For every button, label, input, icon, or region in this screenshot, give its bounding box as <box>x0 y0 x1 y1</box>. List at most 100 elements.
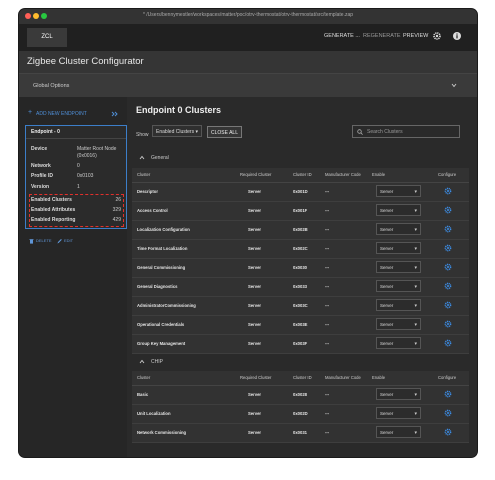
group-chip-label: CHIP <box>151 359 163 365</box>
required-cluster: Server <box>248 411 262 416</box>
manufacturer-code: --- <box>325 341 330 346</box>
col-configure: Configure <box>438 172 457 177</box>
manufacturer-code: --- <box>325 430 330 435</box>
delete-label: DELETE <box>36 238 52 243</box>
col-cluster-id: Cluster ID <box>293 172 312 177</box>
settings-gear-icon[interactable] <box>432 31 442 41</box>
arrows-icon[interactable] <box>111 111 119 117</box>
configure-gear-icon[interactable] <box>444 339 452 347</box>
enable-select[interactable]: Server <box>376 407 421 420</box>
configure-gear-icon[interactable] <box>444 263 452 271</box>
manufacturer-code: --- <box>325 284 330 289</box>
add-endpoint-button[interactable]: ADD NEW ENDPOINT <box>36 111 87 117</box>
cluster-name: Access Control <box>137 208 168 213</box>
configure-gear-icon[interactable] <box>444 282 452 290</box>
table-row: Localization Configuration Server 0x002B --… <box>132 220 469 240</box>
enable-select[interactable]: Server <box>376 242 421 255</box>
configure-gear-icon[interactable] <box>444 301 452 309</box>
configure-gear-icon[interactable] <box>444 206 452 214</box>
cluster-id: 0x001D <box>293 189 308 194</box>
window-title: * /Users/bennymestler/workspaces/matter/… <box>142 12 354 18</box>
required-cluster: Server <box>248 322 262 327</box>
endpoint-card-header: Endpoint - 0 <box>26 126 126 139</box>
enabled-attributes-value: 329 <box>112 207 121 213</box>
endpoint-card[interactable]: Endpoint - 0 Device Matter Root Node (0x… <box>25 125 127 229</box>
chip-cluster-table: Cluster Required Cluster Cluster ID Manu… <box>132 371 469 443</box>
cluster-name: General Commissioning <box>137 265 186 270</box>
enabled-reporting-label: Enabled Reporting <box>31 217 76 223</box>
cluster-id: 0x003F <box>293 341 308 346</box>
required-cluster: Server <box>248 392 262 397</box>
col-configure: Configure <box>438 375 457 380</box>
profile-id-label: Profile ID <box>31 173 53 179</box>
chevron-down-icon <box>451 83 457 88</box>
configure-gear-icon[interactable] <box>444 187 452 195</box>
col-enable: Enable <box>372 172 386 177</box>
chevron-up-icon[interactable] <box>139 359 145 364</box>
cluster-id: 0x003E <box>293 322 308 327</box>
clusters-panel: Endpoint 0 Clusters Show Enabled Cluster… <box>127 97 477 457</box>
cluster-filter-select[interactable]: Enabled Clusters ▾ <box>152 125 202 137</box>
manufacturer-code: --- <box>325 392 330 397</box>
enable-select[interactable]: Server <box>376 388 421 401</box>
endpoint-sidebar: + ADD NEW ENDPOINT Endpoint - 0 Device M… <box>19 97 127 457</box>
info-icon[interactable] <box>452 31 462 41</box>
col-cluster: Cluster <box>137 172 151 177</box>
tab-zcl[interactable]: ZCL <box>27 28 67 47</box>
col-required: Required Cluster <box>240 172 272 177</box>
device-code: (0x0016) <box>77 153 97 159</box>
version-label: Version <box>31 184 50 190</box>
table-row: Unit Localization Server 0x002D --- Server <box>132 404 469 424</box>
configure-gear-icon[interactable] <box>444 244 452 252</box>
close-all-button[interactable]: CLOSE ALL <box>207 126 242 138</box>
network-value: 0 <box>77 163 80 169</box>
regenerate-button[interactable]: REGENERATE <box>363 33 401 39</box>
required-cluster: Server <box>248 227 262 232</box>
table-row: Descriptor Server 0x001D --- Server <box>132 182 469 202</box>
col-cluster-id: Cluster ID <box>293 375 312 380</box>
cluster-name: Unit Localization <box>137 411 171 416</box>
chevron-up-icon[interactable] <box>139 155 145 160</box>
cluster-id: 0x0033 <box>293 284 307 289</box>
cluster-id: 0x0028 <box>293 392 307 397</box>
enable-select[interactable]: Server <box>376 223 421 236</box>
cluster-id: 0x001F <box>293 208 308 213</box>
general-cluster-table: Cluster Required Cluster Cluster ID Manu… <box>132 168 469 354</box>
delete-endpoint-button[interactable]: DELETE <box>29 237 59 245</box>
title-bar: * /Users/bennymestler/workspaces/matter/… <box>19 9 477 24</box>
enable-select[interactable]: Server <box>376 204 421 217</box>
configure-gear-icon[interactable] <box>444 409 452 417</box>
required-cluster: Server <box>248 265 262 270</box>
edit-endpoint-button[interactable]: EDIT <box>57 237 77 245</box>
enable-select[interactable]: Server <box>376 318 421 331</box>
enable-select[interactable]: Server <box>376 280 421 293</box>
enable-select[interactable]: Server <box>376 337 421 350</box>
global-options-label: Global Options <box>33 83 70 89</box>
table-row: Operational Credentials Server 0x003E --- Se… <box>132 315 469 335</box>
enabled-clusters-label: Enabled Clusters <box>31 197 72 203</box>
preview-button[interactable]: PREVIEW <box>403 33 428 39</box>
configure-gear-icon[interactable] <box>444 225 452 233</box>
enable-select[interactable]: Server <box>376 299 421 312</box>
device-value: Matter Root Node <box>77 146 117 152</box>
configure-gear-icon[interactable] <box>444 390 452 398</box>
enabled-clusters-value: 26 <box>115 197 121 203</box>
search-input[interactable]: Search Clusters <box>352 125 460 138</box>
cluster-id: 0x0031 <box>293 430 307 435</box>
global-options-expander[interactable]: Global Options <box>19 73 477 98</box>
table-header: Cluster Required Cluster Cluster ID Manu… <box>132 371 469 386</box>
cluster-id: 0x002B <box>293 227 308 232</box>
generate-button[interactable]: GENERATE ... <box>324 33 360 39</box>
cluster-name: General Diagnostics <box>137 284 178 289</box>
enable-select[interactable]: Server <box>376 426 421 439</box>
cluster-name: Operational Credentials <box>137 322 185 327</box>
cluster-name: AdministratorCommissioning <box>137 303 196 308</box>
enable-select[interactable]: Server <box>376 185 421 198</box>
trash-icon <box>29 239 34 244</box>
table-row: Group Key Management Server 0x003F --- Serve… <box>132 334 469 354</box>
configure-gear-icon[interactable] <box>444 428 452 436</box>
required-cluster: Server <box>248 284 262 289</box>
enable-select[interactable]: Server <box>376 261 421 274</box>
configure-gear-icon[interactable] <box>444 320 452 328</box>
required-cluster: Server <box>248 246 262 251</box>
